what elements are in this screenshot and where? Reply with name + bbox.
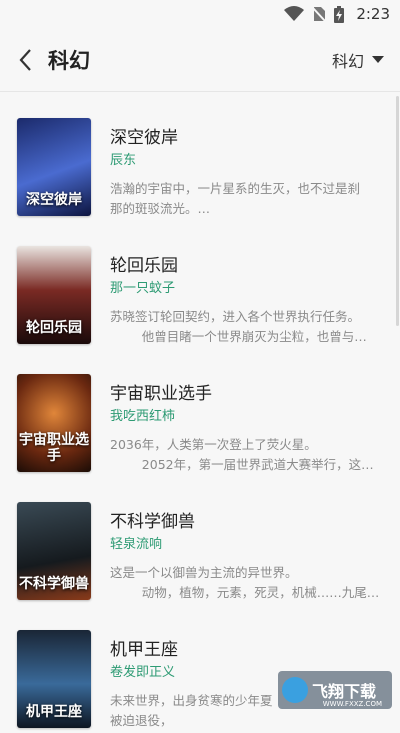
book-description: 浩瀚的宇宙中，一片星系的生灭，也不过是刹 那的斑驳流光。… bbox=[110, 181, 361, 216]
book-description: 2036年，人类第一次登上了荧火星。 2052年，第一届世界武道大赛举行，这… bbox=[110, 437, 374, 472]
watermark-logo-icon bbox=[282, 677, 308, 703]
back-arrow-icon bbox=[19, 48, 31, 71]
book-author: 那一只蚊子 bbox=[110, 281, 176, 296]
battery-charging-icon bbox=[334, 5, 345, 23]
book-cover: 轮回乐园 bbox=[17, 246, 91, 344]
book-list: 深空彼岸 深空彼岸 辰东 浩瀚的宇宙中，一片星系的生灭，也不过是刹 那的斑驳流光… bbox=[0, 93, 400, 733]
book-author: 辰东 bbox=[110, 153, 137, 168]
book-author: 轻泉流响 bbox=[110, 537, 163, 552]
book-cover: 不科学御兽 bbox=[17, 502, 91, 600]
book-cover: 深空彼岸 bbox=[17, 118, 91, 216]
cover-title: 宇宙职业选手 bbox=[19, 432, 89, 464]
app-header: 科幻 科幻 bbox=[0, 28, 400, 92]
book-title: 不科学御兽 bbox=[110, 512, 195, 532]
cover-title: 轮回乐园 bbox=[26, 320, 82, 336]
book-title: 宇宙职业选手 bbox=[110, 384, 212, 404]
book-title: 机甲王座 bbox=[110, 640, 178, 660]
book-cover: 宇宙职业选手 bbox=[17, 374, 91, 472]
cover-title: 不科学御兽 bbox=[19, 576, 89, 592]
clock: 2:23 bbox=[356, 5, 390, 23]
book-item[interactable]: 深空彼岸 深空彼岸 辰东 浩瀚的宇宙中，一片星系的生灭，也不过是刹 那的斑驳流光… bbox=[0, 93, 400, 221]
back-button[interactable] bbox=[2, 28, 48, 92]
book-author: 卷发即正义 bbox=[110, 665, 176, 680]
book-author: 我吃西红柿 bbox=[110, 409, 176, 424]
category-dropdown[interactable]: 科幻 bbox=[332, 28, 384, 92]
category-dropdown-label: 科幻 bbox=[331, 52, 364, 71]
book-cover: 机甲王座 bbox=[17, 630, 91, 728]
book-item[interactable]: 轮回乐园 轮回乐园 那一只蚊子 苏晓签订轮回契约，进入各个世界执行任务。 他曾目… bbox=[0, 221, 400, 349]
book-item[interactable]: 不科学御兽 不科学御兽 轻泉流响 这是一个以御兽为主流的异世界。 动物，植物，元… bbox=[0, 477, 400, 605]
no-sim-icon bbox=[312, 7, 327, 22]
site-watermark: 飞翔下载 WWW.FXXZ.COM bbox=[278, 671, 392, 709]
book-description: 苏晓签订轮回契约，进入各个世界执行任务。 他曾目睹一个世界崩灭为尘粒，也曾与… bbox=[110, 309, 367, 344]
book-item[interactable]: 机甲王座 机甲王座 卷发即正义 未来世界，出身贫寒的少年夏 被迫退役， bbox=[0, 605, 400, 733]
book-title: 深空彼岸 bbox=[110, 128, 178, 148]
watermark-text: 飞翔下载 bbox=[312, 682, 377, 701]
scrollbar[interactable] bbox=[396, 96, 399, 326]
watermark-url: WWW.FXXZ.COM bbox=[322, 700, 382, 708]
status-bar: 2:23 bbox=[0, 0, 400, 28]
book-description: 这是一个以御兽为主流的异世界。 动物，植物，元素，死灵，机械……九尾… bbox=[110, 565, 380, 600]
book-item[interactable]: 宇宙职业选手 宇宙职业选手 我吃西红柿 2036年，人类第一次登上了荧火星。 2… bbox=[0, 349, 400, 477]
cover-title: 机甲王座 bbox=[26, 704, 82, 720]
caret-down-icon bbox=[372, 56, 384, 63]
cover-title: 深空彼岸 bbox=[26, 192, 82, 208]
page-title: 科幻 bbox=[48, 48, 90, 73]
book-title: 轮回乐园 bbox=[110, 256, 178, 276]
wifi-icon bbox=[284, 6, 305, 21]
